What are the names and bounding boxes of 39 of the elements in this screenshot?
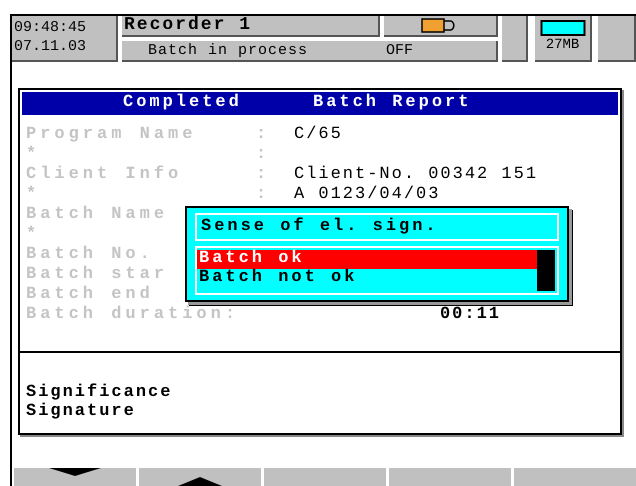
field-label: Batch Name: [26, 205, 168, 225]
up-arrow-icon: [178, 477, 222, 486]
header-title: Completed: [123, 92, 243, 114]
batch-state: OFF: [386, 41, 414, 60]
clock-date: 07.11.03: [14, 37, 88, 56]
separator-colon: :: [256, 185, 270, 205]
batch-status-label: Batch in process: [148, 41, 310, 60]
field-label: *: [26, 225, 40, 245]
separator-colon: :: [256, 125, 270, 145]
softkey-button[interactable]: [14, 468, 136, 486]
field-label: Batch star: [26, 265, 168, 285]
status-cell: [598, 16, 636, 62]
field-value: C/65: [294, 125, 343, 145]
header-title: Batch Report: [313, 92, 472, 114]
memory-card-icon: [540, 19, 586, 37]
scrollbar[interactable]: [537, 250, 555, 291]
field-label: Batch No.: [26, 245, 154, 265]
signature-label: Signature: [26, 402, 137, 421]
option-item[interactable]: Batch not ok: [197, 269, 537, 288]
field-label: Program Name: [26, 125, 196, 145]
clock-time: 09:48:45: [14, 18, 88, 37]
separator-colon: :: [256, 145, 270, 165]
field-label: Batch duration:: [26, 305, 240, 325]
field-value: Client-No. 00342 151: [294, 165, 538, 185]
separator-colon: :: [256, 165, 270, 185]
field-label: Batch end: [26, 285, 154, 305]
field-label: *: [26, 185, 40, 205]
softkey-button[interactable]: [139, 468, 261, 486]
option-item[interactable]: Batch ok: [197, 250, 537, 269]
memory-size: 27MB: [546, 37, 580, 53]
field-label: Client Info: [26, 165, 182, 185]
signature-label: Significance: [26, 383, 174, 402]
field-value: 00:11: [440, 305, 501, 325]
dialog-title: Sense of el. sign.: [195, 213, 559, 241]
recorder-title: Recorder 1: [122, 16, 380, 37]
down-arrow-icon: [49, 468, 101, 476]
status-cell: [502, 16, 528, 62]
field-label: *: [26, 145, 40, 165]
field-value: A 0123/04/03: [294, 185, 440, 205]
